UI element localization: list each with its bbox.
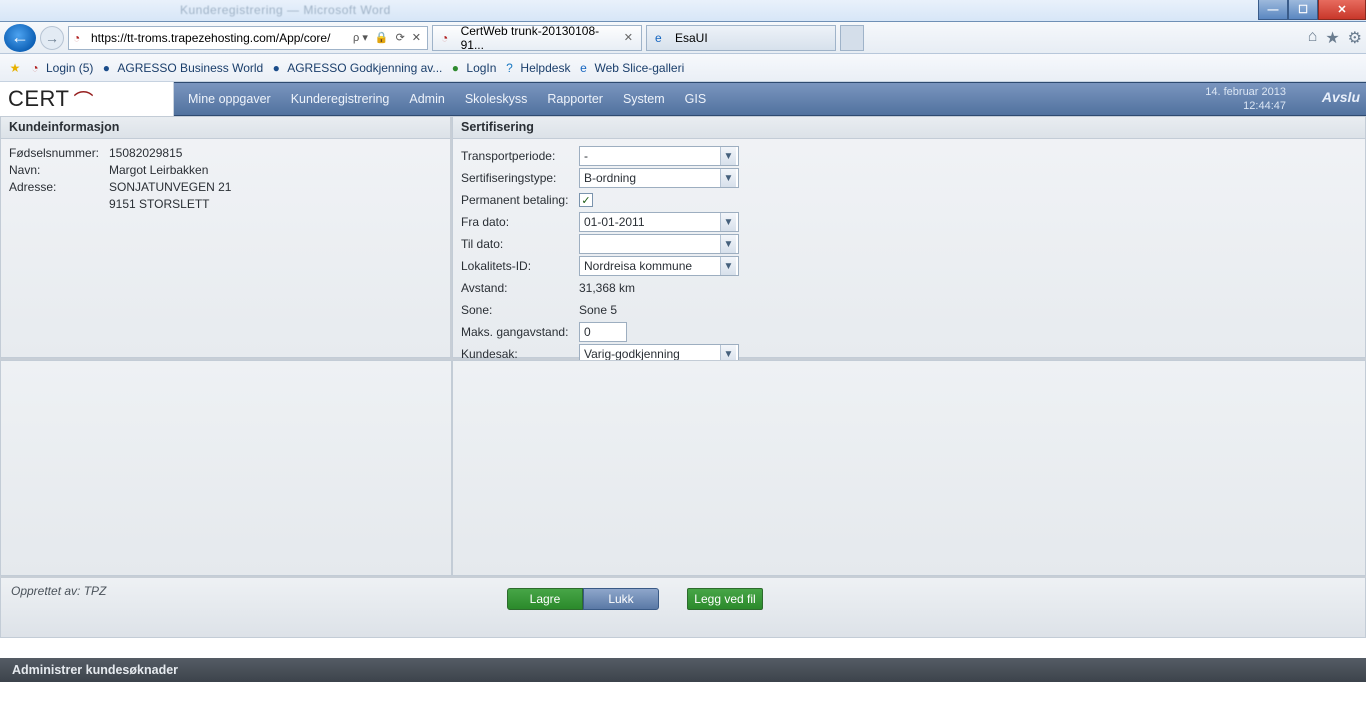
- value-navn: Margot Leirbakken: [109, 162, 208, 179]
- value-fodselsnummer: 15082029815: [109, 145, 182, 162]
- label-adresse: Adresse:: [9, 179, 109, 196]
- window-title-blurred: Kunderegistrering — Microsoft Word: [180, 3, 391, 17]
- address-bar[interactable]: ◔ https://tt-troms.trapezehosting.com/Ap…: [68, 26, 428, 50]
- label-serttype: Sertifiseringstype:: [461, 171, 579, 185]
- tab-favicon-icon: ◔: [441, 31, 455, 45]
- site-favicon-icon: ◔: [73, 31, 87, 45]
- label-sone: Sone:: [461, 303, 579, 317]
- label-lokalitet: Lokalitets-ID:: [461, 259, 579, 273]
- tab-close-icon[interactable]: ✕: [624, 31, 633, 44]
- url-text: https://tt-troms.trapezehosting.com/App/…: [91, 31, 347, 45]
- nav-back-button[interactable]: ←: [4, 24, 36, 52]
- checkbox-permanent[interactable]: ✓: [579, 193, 593, 207]
- label-kundesak: Kundesak:: [461, 347, 579, 361]
- tab-favicon-icon: e: [655, 31, 669, 45]
- attach-file-button[interactable]: Legg ved fil: [687, 588, 763, 610]
- label-til-dato: Til dato:: [461, 237, 579, 251]
- created-by-text: Opprettet av: TPZ: [1, 578, 116, 604]
- app-header: CERT⌒ Mine oppgaver Kunderegistrering Ad…: [0, 82, 1366, 116]
- nav-skoleskyss[interactable]: Skoleskyss: [465, 92, 528, 106]
- browser-tab-active[interactable]: ◔ CertWeb trunk-20130108-91... ✕: [432, 25, 642, 51]
- nav-system[interactable]: System: [623, 92, 665, 106]
- app-logo: CERT⌒: [0, 82, 174, 116]
- chevron-down-icon[interactable]: ▼: [720, 213, 736, 231]
- select-serttype[interactable]: B-ordning▼: [579, 168, 739, 188]
- chevron-down-icon[interactable]: ▼: [720, 257, 736, 275]
- select-lokalitet[interactable]: Nordreisa kommune▼: [579, 256, 739, 276]
- tab-title: CertWeb trunk-20130108-91...: [461, 24, 618, 52]
- header-datetime: 14. februar 2013 12:44:47: [1205, 85, 1286, 113]
- main-nav: Mine oppgaver Kunderegistrering Admin Sk…: [174, 92, 706, 106]
- customer-info-panel: Kundeinformasjon Fødselsnummer:150820298…: [0, 116, 452, 358]
- taskbar[interactable]: Administrer kundesøknader: [0, 658, 1366, 682]
- nav-rapporter[interactable]: Rapporter: [547, 92, 603, 106]
- nav-forward-button[interactable]: →: [40, 26, 64, 50]
- lower-split: [0, 360, 1366, 578]
- certification-title: Sertifisering: [453, 117, 1365, 139]
- value-adresse-line2: 9151 STORSLETT: [109, 196, 210, 213]
- input-maks-gangavstand[interactable]: 0: [579, 322, 627, 342]
- close-button[interactable]: Lukk: [583, 588, 659, 610]
- browser-tab-inactive[interactable]: e EsaUI: [646, 25, 836, 51]
- label-transportperiode: Transportperiode:: [461, 149, 579, 163]
- favorite-link[interactable]: ?Helpdesk: [502, 61, 570, 75]
- cert-icon: ◔: [28, 61, 42, 75]
- taskbar-item-label: Administrer kundesøknader: [12, 663, 178, 677]
- chevron-down-icon[interactable]: ▼: [720, 169, 736, 187]
- ie-icon: e: [576, 61, 590, 75]
- window-titlebar: Kunderegistrering — Microsoft Word — ☐ ✕: [0, 0, 1366, 22]
- window-maximize-button[interactable]: ☐: [1288, 0, 1318, 20]
- nav-mine-oppgaver[interactable]: Mine oppgaver: [188, 92, 271, 106]
- favorite-link[interactable]: ●AGRESSO Godkjenning av...: [269, 61, 442, 75]
- label-avstand: Avstand:: [461, 281, 579, 295]
- favorites-bar: ★ ◔Login (5) ●AGRESSO Business World ●AG…: [0, 54, 1366, 82]
- favorite-link[interactable]: ●LogIn: [448, 61, 496, 75]
- label-maks-gangavstand: Maks. gangavstand:: [461, 325, 579, 339]
- nav-admin[interactable]: Admin: [409, 92, 444, 106]
- home-icon[interactable]: ⌂: [1308, 28, 1318, 48]
- select-transportperiode[interactable]: -▼: [579, 146, 739, 166]
- label-fodselsnummer: Fødselsnummer:: [9, 145, 109, 162]
- favorite-link[interactable]: eWeb Slice-galleri: [576, 61, 684, 75]
- chevron-down-icon[interactable]: ▼: [720, 235, 736, 253]
- tools-icon[interactable]: ⚙: [1348, 28, 1362, 48]
- window-minimize-button[interactable]: —: [1258, 0, 1288, 20]
- globe-icon: ●: [269, 61, 283, 75]
- lower-left-panel: [0, 360, 452, 576]
- value-sone: Sone 5: [579, 303, 617, 317]
- customer-info-title: Kundeinformasjon: [1, 117, 450, 139]
- search-dropdown-icon[interactable]: ρ ▾: [351, 31, 370, 44]
- save-button[interactable]: Lagre: [507, 588, 583, 610]
- certification-panel: Sertifisering Transportperiode: -▼ Serti…: [452, 116, 1366, 358]
- logout-link[interactable]: Avslu: [1322, 89, 1360, 105]
- label-navn: Navn:: [9, 162, 109, 179]
- browser-toolbar: ← → ◔ https://tt-troms.trapezehosting.co…: [0, 22, 1366, 54]
- stop-icon[interactable]: ✕: [410, 31, 423, 44]
- lock-icon: 🔒: [373, 31, 391, 44]
- globe-icon: ●: [99, 61, 113, 75]
- label-fra-dato: Fra dato:: [461, 215, 579, 229]
- value-avstand: 31,368 km: [579, 281, 635, 295]
- lower-right-panel: [452, 360, 1366, 576]
- window-close-button[interactable]: ✕: [1318, 0, 1366, 20]
- help-icon: ?: [502, 61, 516, 75]
- add-favorite-icon[interactable]: ★: [8, 61, 22, 75]
- new-tab-button[interactable]: [840, 25, 864, 51]
- logo-swoosh-icon: ⌒: [74, 85, 94, 114]
- value-adresse-line1: SONJATUNVEGEN 21: [109, 179, 231, 196]
- favorites-icon[interactable]: ★: [1325, 28, 1339, 48]
- refresh-icon[interactable]: ⟳: [394, 31, 407, 44]
- datepicker-til-dato[interactable]: ▼: [579, 234, 739, 254]
- favorite-link[interactable]: ●AGRESSO Business World: [99, 61, 263, 75]
- datepicker-fra-dato[interactable]: 01-01-2011▼: [579, 212, 739, 232]
- chevron-down-icon[interactable]: ▼: [720, 147, 736, 165]
- nav-gis[interactable]: GIS: [685, 92, 707, 106]
- footer-bar: Opprettet av: TPZ Lagre Lukk Legg ved fi…: [0, 578, 1366, 638]
- label-permanent: Permanent betaling:: [461, 193, 579, 207]
- nav-kunderegistrering[interactable]: Kunderegistrering: [291, 92, 390, 106]
- tab-title: EsaUI: [675, 31, 708, 45]
- globe-icon: ●: [448, 61, 462, 75]
- favorite-link[interactable]: ◔Login (5): [28, 61, 93, 75]
